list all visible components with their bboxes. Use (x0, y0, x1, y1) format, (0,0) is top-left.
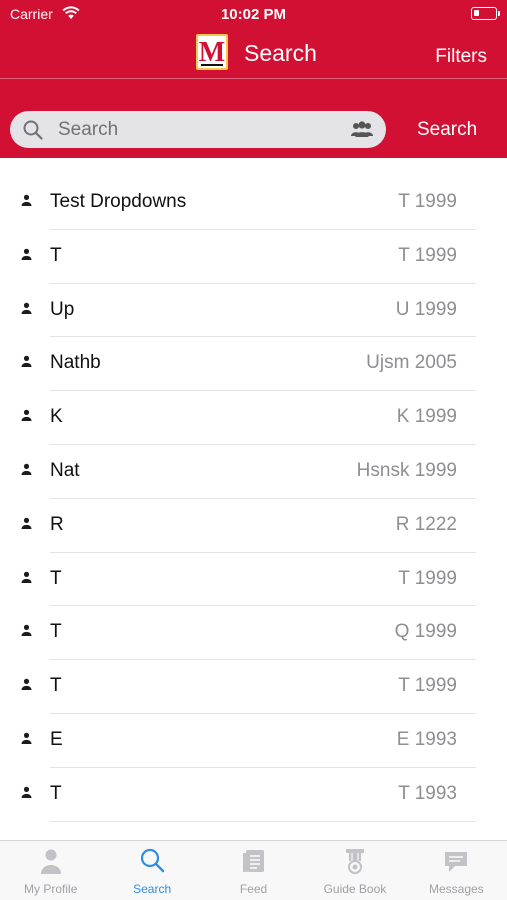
result-meta: K 1999 (396, 406, 457, 428)
tab-label: Guide Book (323, 882, 387, 896)
result-row[interactable]: Nathb Ujsm 2005 (0, 337, 507, 392)
battery-icon (471, 7, 497, 20)
result-row[interactable]: T T 1999 (0, 553, 507, 607)
tab-label: My Profile (24, 882, 78, 896)
result-name: E (50, 728, 63, 750)
status-bar: Carrier 10:02 PM (0, 0, 507, 28)
person-icon (21, 732, 32, 744)
result-row[interactable]: T T 1999 (0, 660, 507, 714)
person-icon (21, 786, 32, 798)
person-icon (40, 849, 61, 874)
tab-label: Feed (239, 882, 268, 896)
filters-button[interactable]: Filters (435, 46, 487, 68)
result-meta: E 1993 (396, 728, 457, 750)
result-row[interactable]: R R 1222 (0, 499, 507, 553)
result-meta: Ujsm 2005 (366, 352, 457, 374)
person-icon (21, 463, 32, 475)
result-meta: R 1222 (395, 513, 457, 535)
result-meta: T 1993 (398, 782, 457, 804)
result-name: T (50, 782, 62, 804)
result-name: Up (50, 298, 75, 320)
result-name: Nathb (50, 352, 101, 374)
result-meta: Hsnsk 1999 (356, 459, 457, 481)
feed-icon (242, 850, 264, 872)
app-header: Carrier 10:02 PM M Search Filters Search… (0, 0, 507, 158)
result-row[interactable]: T T 1999 (0, 230, 507, 284)
guide-book-icon (345, 849, 364, 874)
result-name: T (50, 567, 62, 589)
nav-divider (0, 78, 507, 79)
result-meta: T 1999 (398, 675, 457, 697)
tab-label: Messages (428, 882, 484, 896)
result-row[interactable]: T T 1993 (0, 768, 507, 822)
person-icon (21, 678, 32, 691)
people-icon[interactable] (350, 121, 374, 138)
result-meta: T 1999 (398, 191, 457, 212)
battery-cap (498, 11, 500, 16)
row-divider (50, 820, 476, 822)
nav-bar: M Search Filters (0, 28, 507, 78)
result-row[interactable]: E E 1993 (0, 714, 507, 768)
result-meta: U 1999 (395, 298, 457, 320)
person-icon (21, 571, 32, 583)
person-icon (21, 194, 32, 206)
result-name: T (50, 675, 62, 697)
messages-icon (445, 852, 468, 872)
result-meta: T 1999 (398, 567, 457, 589)
result-meta: T 1999 (398, 244, 457, 266)
maryland-logo: M (196, 34, 228, 70)
result-meta: Q 1999 (394, 621, 457, 643)
results-list: Test Dropdowns T 1999 T T 1999 Up U 1999 Nathb… (0, 176, 507, 822)
result-row[interactable]: Test Dropdowns T 1999 (0, 176, 507, 230)
result-name: T (50, 621, 62, 643)
tab-bar: My Profile Search Feed Guide Book Messages (0, 840, 507, 900)
search-icon (23, 120, 43, 140)
person-icon (21, 517, 32, 529)
tab-search[interactable]: Search (101, 841, 202, 900)
result-row[interactable]: Nat Hsnsk 1999 (0, 445, 507, 499)
search-input[interactable] (58, 114, 338, 145)
tab-guide-book[interactable]: Guide Book (304, 841, 405, 900)
search-icon (141, 848, 165, 873)
person-icon (21, 356, 32, 368)
result-name: Nat (50, 459, 80, 481)
status-time: 10:02 PM (220, 6, 287, 23)
result-name: Test Dropdowns (50, 191, 187, 212)
result-name: K (50, 406, 63, 428)
page-title: Search (244, 40, 317, 66)
result-name: T (50, 244, 62, 266)
result-row[interactable]: K K 1999 (0, 391, 507, 445)
result-row[interactable]: Up U 1999 (0, 284, 507, 338)
person-icon (21, 302, 32, 314)
tab-label: Search (133, 882, 172, 896)
search-field[interactable] (10, 111, 386, 148)
person-icon (21, 625, 32, 637)
tab-messages[interactable]: Messages (406, 841, 507, 900)
tab-feed[interactable]: Feed (203, 841, 304, 900)
result-row[interactable]: T Q 1999 (0, 606, 507, 661)
svg-text:M: M (199, 37, 225, 68)
person-icon (21, 409, 32, 422)
tab-my-profile[interactable]: My Profile (0, 841, 101, 900)
person-icon (21, 248, 32, 260)
search-button[interactable]: Search (417, 119, 477, 141)
result-name: R (50, 513, 64, 535)
